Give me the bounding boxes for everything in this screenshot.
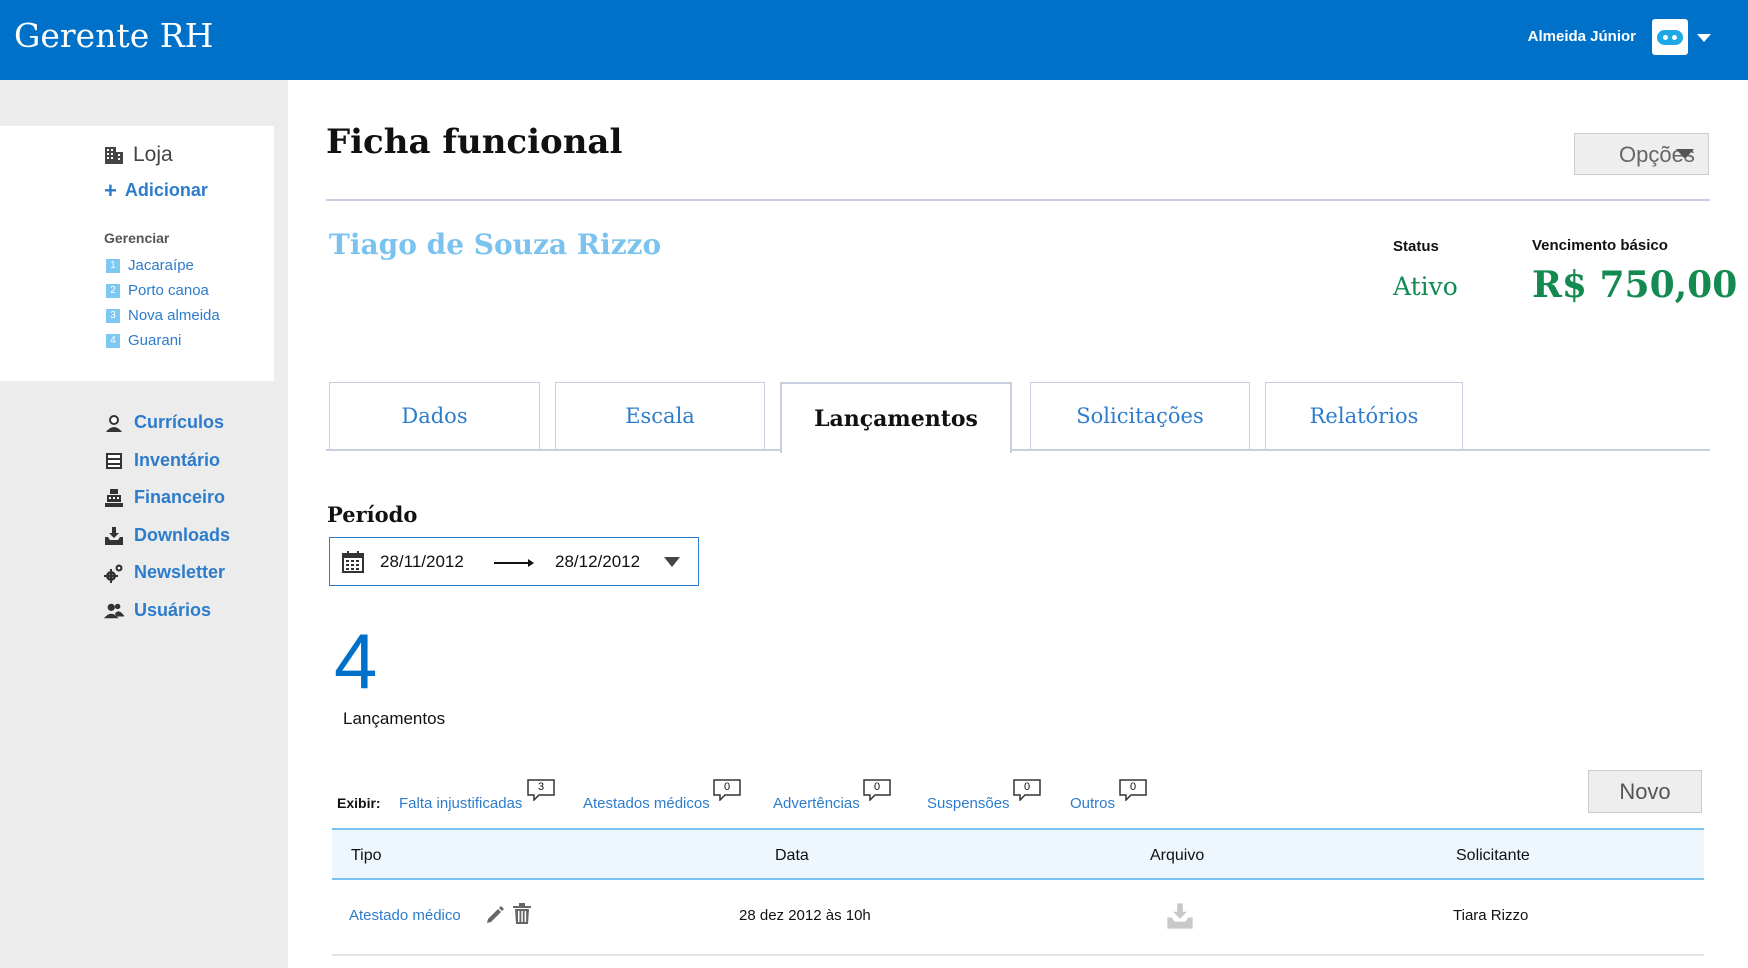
sidebar-item-label: Currículos bbox=[134, 412, 225, 432]
date-start[interactable]: 28/11/2012 bbox=[380, 552, 464, 572]
user-badge-icon bbox=[104, 413, 124, 433]
column-header[interactable]: Data bbox=[775, 847, 809, 865]
divider bbox=[326, 199, 1710, 201]
cabinet-icon bbox=[104, 451, 124, 471]
table-row: Atestado médico 28 dez 2012 às 10h Tiara… bbox=[332, 880, 1704, 956]
sidebar-item-label: Inventário bbox=[134, 450, 221, 470]
salary-label: Vencimento básico bbox=[1532, 237, 1668, 254]
add-store-label: Adicionar bbox=[124, 180, 208, 200]
entry-date: 28 dez 2012 às 10h bbox=[739, 907, 871, 924]
entry-type-link[interactable]: Atestado médico bbox=[349, 907, 461, 924]
store-item-label: Guarani bbox=[128, 332, 182, 349]
user-name[interactable]: Almeida Júnior bbox=[1528, 28, 1636, 45]
filter-outros[interactable]: Outros bbox=[1070, 795, 1115, 812]
salary-value: R$ 750,00 bbox=[1532, 264, 1738, 306]
plus-icon: + bbox=[104, 177, 117, 203]
sidebar-item-label: Financeiro bbox=[134, 487, 226, 507]
robot-face-icon bbox=[1657, 30, 1683, 45]
store-number-badge: 2 bbox=[106, 283, 120, 298]
store-number-badge: 1 bbox=[106, 258, 120, 273]
trash-icon[interactable] bbox=[512, 903, 532, 930]
sidebar-item-newsletter[interactable]: Newsletter bbox=[104, 562, 225, 583]
entry-requester: Tiara Rizzo bbox=[1453, 907, 1529, 924]
store-item-label: Porto canoa bbox=[128, 282, 209, 299]
download-tray-icon[interactable] bbox=[1166, 902, 1194, 935]
store-item-label: Jacaraípe bbox=[128, 257, 194, 274]
calendar-icon bbox=[342, 551, 364, 578]
date-range-picker[interactable]: 28/11/2012 28/12/2012 bbox=[329, 537, 699, 586]
gears-icon bbox=[104, 563, 124, 583]
filter-suspensoes[interactable]: Suspensões bbox=[927, 795, 1010, 812]
store-item-guarani[interactable]: 4 Guarani bbox=[106, 332, 181, 349]
sidebar-item-inventario[interactable]: Inventário bbox=[104, 450, 220, 471]
store-number-badge: 3 bbox=[106, 308, 120, 323]
entries-count: 4 bbox=[334, 617, 378, 705]
date-end[interactable]: 28/12/2012 bbox=[555, 552, 640, 572]
top-header bbox=[0, 0, 1748, 80]
store-title-label: Loja bbox=[133, 143, 173, 166]
column-header[interactable]: Solicitante bbox=[1456, 847, 1530, 865]
comment-count: 0 bbox=[1023, 781, 1031, 793]
new-entry-button[interactable]: Novo bbox=[1588, 770, 1702, 813]
comment-count-badge: 3 bbox=[527, 779, 555, 802]
table-header: Tipo Data Arquivo Solicitante bbox=[332, 828, 1704, 880]
sidebar-item-financeiro[interactable]: Financeiro bbox=[104, 487, 225, 508]
store-item-porto-canoa[interactable]: 2 Porto canoa bbox=[106, 282, 209, 299]
employee-name: Tiago de Souza Rizzo bbox=[329, 228, 662, 261]
comment-count-badge: 0 bbox=[1013, 779, 1041, 802]
comment-count: 3 bbox=[537, 781, 545, 793]
sidebar-item-usuarios[interactable]: Usuários bbox=[104, 600, 211, 621]
sidebar-item-downloads[interactable]: Downloads bbox=[104, 525, 230, 546]
tab-dados[interactable]: Dados bbox=[329, 382, 540, 450]
app-title[interactable]: Gerente RH bbox=[14, 16, 213, 55]
filter-advertencias[interactable]: Advertências bbox=[773, 795, 860, 812]
sidebar-item-label: Newsletter bbox=[134, 562, 226, 582]
store-item-nova-almeida[interactable]: 3 Nova almeida bbox=[106, 307, 220, 324]
tab-relatorios[interactable]: Relatórios bbox=[1265, 382, 1463, 450]
store-title: Loja bbox=[104, 143, 173, 167]
options-dropdown[interactable]: Opções bbox=[1574, 133, 1709, 175]
users-icon bbox=[104, 601, 124, 621]
sidebar-item-label: Downloads bbox=[134, 525, 231, 545]
sidebar-item-label: Usuários bbox=[134, 600, 212, 620]
show-label: Exibir: bbox=[337, 795, 381, 811]
cash-register-icon bbox=[104, 488, 124, 508]
tab-solicitacoes[interactable]: Solicitações bbox=[1030, 382, 1250, 450]
status-label: Status bbox=[1393, 238, 1439, 255]
comment-count-badge: 0 bbox=[713, 779, 741, 802]
store-number-badge: 4 bbox=[106, 333, 120, 348]
comment-count: 0 bbox=[873, 781, 881, 793]
comment-count-badge: 0 bbox=[863, 779, 891, 802]
avatar[interactable] bbox=[1652, 19, 1688, 55]
store-item-label: Nova almeida bbox=[128, 307, 220, 324]
filter-atestados[interactable]: Atestados médicos bbox=[583, 795, 710, 812]
column-header[interactable]: Tipo bbox=[351, 847, 382, 865]
tab-escala[interactable]: Escala bbox=[555, 382, 765, 450]
sidebar-item-curriculos[interactable]: Currículos bbox=[104, 412, 224, 433]
chevron-down-icon bbox=[1676, 149, 1694, 159]
edit-pencil-icon[interactable] bbox=[485, 905, 505, 930]
period-label: Período bbox=[327, 502, 418, 527]
filter-faltas[interactable]: Falta injustificadas bbox=[399, 795, 522, 812]
column-header[interactable]: Arquivo bbox=[1150, 847, 1204, 865]
download-tray-icon bbox=[104, 526, 124, 546]
page-title: Ficha funcional bbox=[326, 122, 623, 162]
comment-count: 0 bbox=[723, 781, 731, 793]
entries-count-label: Lançamentos bbox=[343, 709, 446, 728]
manage-label: Gerenciar bbox=[104, 230, 170, 246]
comment-count-badge: 0 bbox=[1119, 779, 1147, 802]
add-store-link[interactable]: + Adicionar bbox=[104, 177, 208, 203]
tab-lancamentos[interactable]: Lançamentos bbox=[780, 382, 1012, 453]
building-icon bbox=[105, 147, 123, 164]
arrow-right-icon bbox=[494, 559, 534, 567]
user-menu-chevron-down-icon[interactable] bbox=[1697, 34, 1711, 42]
status-value: Ativo bbox=[1393, 272, 1458, 301]
store-item-jacaraipe[interactable]: 1 Jacaraípe bbox=[106, 257, 194, 274]
comment-count: 0 bbox=[1129, 781, 1137, 793]
chevron-down-icon[interactable] bbox=[664, 557, 680, 567]
